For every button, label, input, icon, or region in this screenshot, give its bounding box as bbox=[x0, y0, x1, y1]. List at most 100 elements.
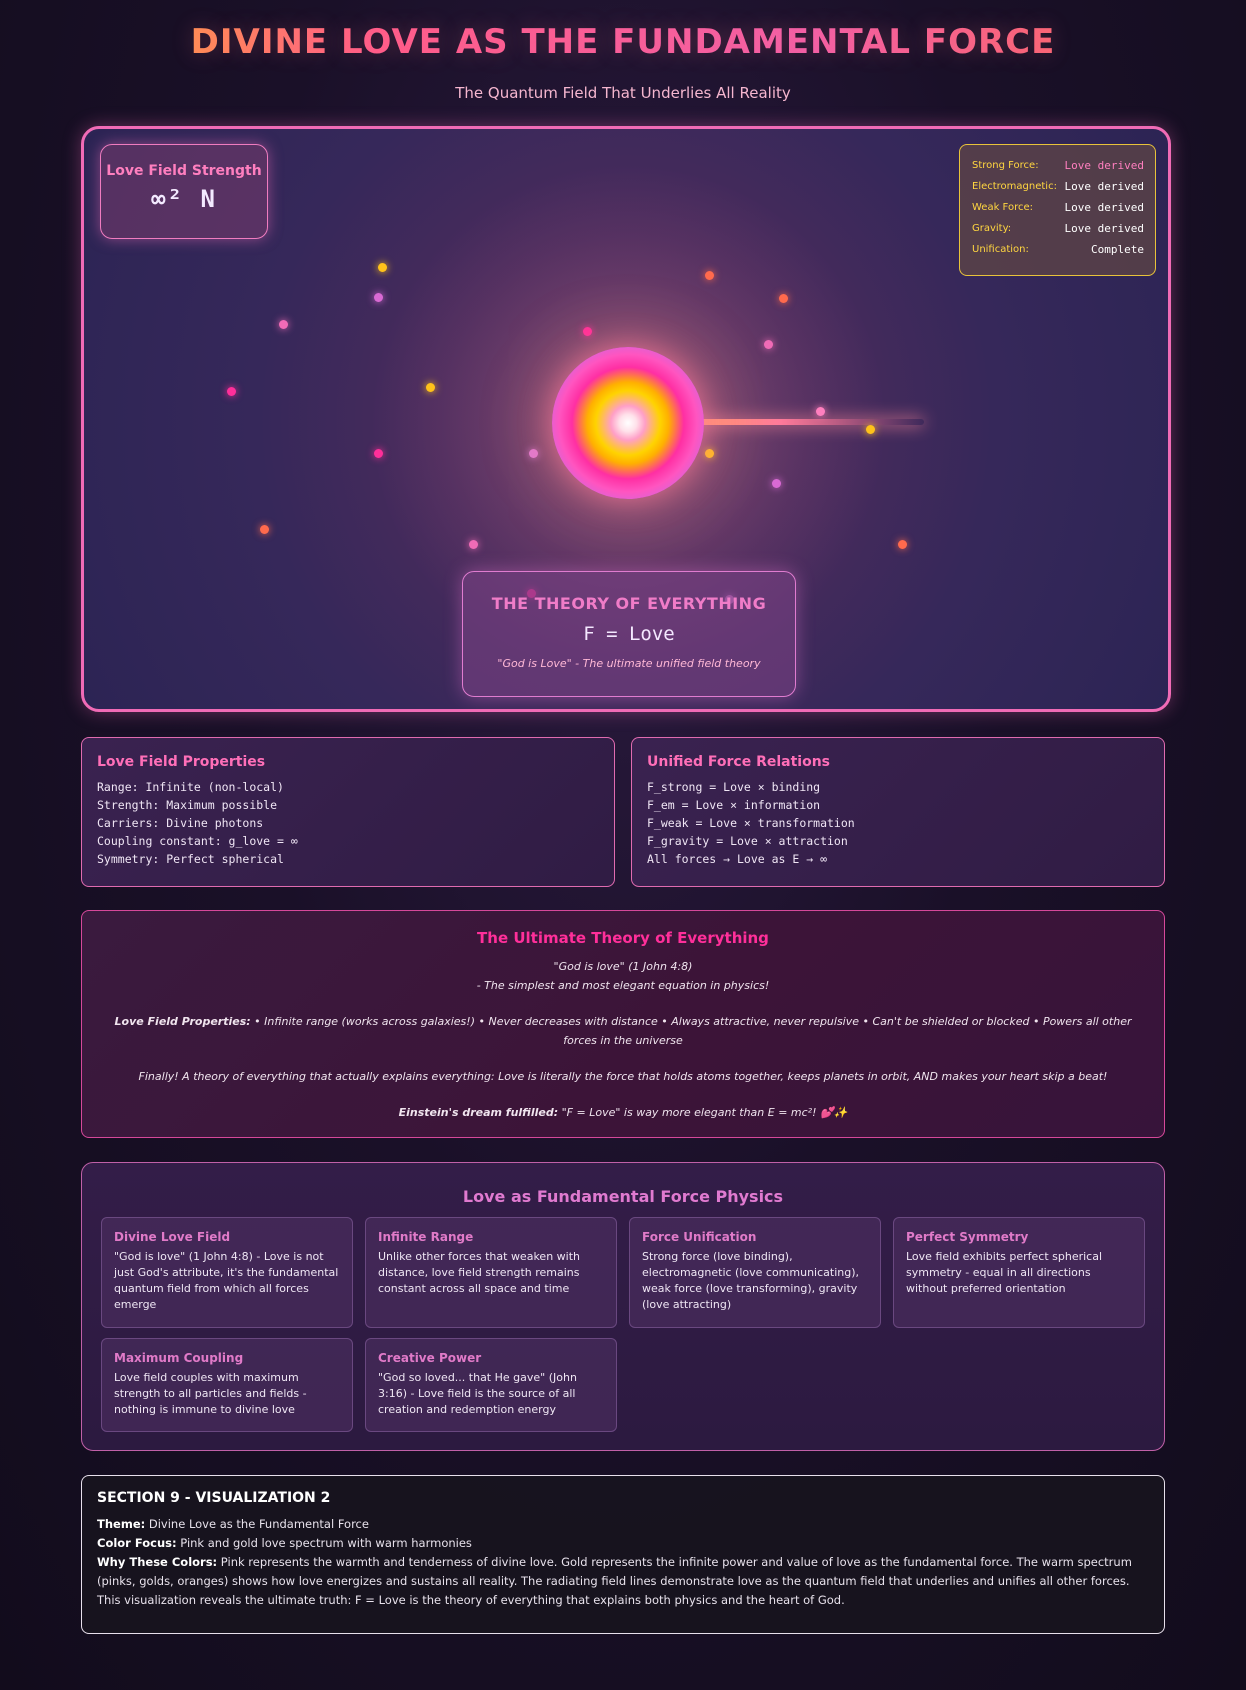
relation-line: F_strong = Love × binding bbox=[647, 780, 821, 794]
panel-title: Love Field Properties bbox=[97, 754, 266, 770]
relation-line: F_weak = Love × transformation bbox=[647, 816, 855, 830]
force-status-panel: Strong Force: Love derived Electromagnet… bbox=[959, 144, 1156, 276]
relation-line: F_em = Love × information bbox=[647, 798, 821, 812]
property-line: Symmetry: Perfect spherical bbox=[97, 852, 284, 866]
ultimate-quote: "God is love" (1 John 4:8) bbox=[553, 960, 693, 973]
why-colors-label: Why These Colors: bbox=[97, 1555, 218, 1569]
card-text: Love field exhibits perfect spherical sy… bbox=[906, 1250, 1103, 1295]
card-text: "God is love" (1 John 4:8) - Love is not… bbox=[114, 1250, 339, 1311]
physics-card: Maximum Coupling Love field couples with… bbox=[101, 1338, 353, 1432]
field-particle bbox=[426, 383, 435, 392]
ultimate-properties-text: • Infinite range (works across galaxies!… bbox=[250, 1015, 1132, 1047]
unified-force-relations-panel: Unified Force Relations F_strong = Love … bbox=[631, 737, 1165, 887]
field-particle bbox=[772, 479, 781, 488]
force-row: Electromagnetic: Love derived bbox=[972, 176, 1144, 197]
section-info-panel: SECTION 9 - VISUALIZATION 2 Theme: Divin… bbox=[81, 1475, 1165, 1634]
force-value: Love derived bbox=[1064, 180, 1144, 193]
card-text: Unlike other forces that weaken with dis… bbox=[378, 1250, 580, 1295]
force-row: Gravity: Love derived bbox=[972, 218, 1144, 239]
field-strength-label: Love Field Strength bbox=[106, 163, 262, 179]
section-color-focus: Color Focus: Pink and gold love spectrum… bbox=[97, 1534, 1149, 1553]
field-particle bbox=[279, 320, 288, 329]
card-title: Divine Love Field bbox=[114, 1230, 231, 1244]
force-name: Unification: bbox=[972, 244, 1029, 255]
theme-label: Theme: bbox=[97, 1517, 146, 1531]
physics-title: Love as Fundamental Force Physics bbox=[462, 1187, 784, 1206]
force-row: Unification: Complete bbox=[972, 239, 1144, 260]
toe-equation: F = Love bbox=[583, 623, 675, 645]
field-particle bbox=[764, 340, 773, 349]
field-particle bbox=[705, 271, 714, 280]
field-particle bbox=[779, 294, 788, 303]
ultimate-einstein: Einstein's dream fulfilled: "F = Love" i… bbox=[110, 1103, 1136, 1122]
panel-title: Unified Force Relations bbox=[647, 754, 831, 770]
field-particle bbox=[378, 263, 387, 272]
ultimate-theory-panel: The Ultimate Theory of Everything "God i… bbox=[81, 910, 1165, 1138]
color-focus-text: Pink and gold love spectrum with warm ha… bbox=[176, 1536, 472, 1550]
field-particle bbox=[227, 387, 236, 396]
color-focus-label: Color Focus: bbox=[97, 1536, 177, 1550]
card-title: Force Unification bbox=[642, 1230, 757, 1244]
theme-text: Divine Love as the Fundamental Force bbox=[145, 1517, 369, 1531]
section-why-colors: Why These Colors: Pink represents the wa… bbox=[97, 1553, 1149, 1610]
force-name: Weak Force: bbox=[972, 202, 1033, 213]
property-line: Strength: Maximum possible bbox=[97, 798, 278, 812]
field-particle bbox=[529, 449, 538, 458]
card-text: Love field couples with maximum strength… bbox=[114, 1371, 307, 1416]
card-title: Perfect Symmetry bbox=[906, 1230, 1029, 1244]
relation-line: All forces → Love as E → ∞ bbox=[647, 852, 828, 866]
ultimate-properties: Love Field Properties: • Infinite range … bbox=[110, 1012, 1136, 1050]
physics-card: Force Unification Strong force (love bin… bbox=[629, 1217, 881, 1328]
force-row: Strong Force: Love derived bbox=[972, 155, 1144, 176]
force-value: Love derived bbox=[1064, 201, 1144, 214]
toe-quote: "God is Love" - The ultimate unified fie… bbox=[497, 657, 761, 670]
card-title: Creative Power bbox=[378, 1351, 482, 1365]
physics-card: Infinite Range Unlike other forces that … bbox=[365, 1217, 617, 1328]
fundamental-force-physics-panel: Love as Fundamental Force Physics Divine… bbox=[81, 1162, 1165, 1451]
field-particle bbox=[866, 425, 875, 434]
ultimate-title: The Ultimate Theory of Everything bbox=[477, 929, 769, 947]
relation-line: F_gravity = Love × attraction bbox=[647, 834, 848, 848]
card-title: Maximum Coupling bbox=[114, 1351, 244, 1365]
field-particle bbox=[705, 449, 714, 458]
force-row: Weak Force: Love derived bbox=[972, 197, 1144, 218]
field-particle bbox=[260, 525, 269, 534]
card-text: Strong force (love binding), electromagn… bbox=[642, 1250, 860, 1311]
page-subtitle: The Quantum Field That Underlies All Rea… bbox=[455, 84, 791, 102]
field-particle bbox=[469, 540, 478, 549]
field-particle bbox=[583, 327, 592, 336]
section-title: SECTION 9 - VISUALIZATION 2 bbox=[97, 1490, 331, 1506]
field-particle bbox=[898, 540, 907, 549]
theory-of-everything-panel: THE THEORY OF EVERYTHING F = Love "God i… bbox=[462, 571, 796, 697]
love-field-properties-panel: Love Field Properties Range: Infinite (n… bbox=[81, 737, 615, 887]
force-value: Love derived bbox=[1064, 222, 1144, 235]
ultimate-properties-label: Love Field Properties: bbox=[114, 1015, 251, 1028]
force-name: Strong Force: bbox=[972, 160, 1039, 171]
section-theme: Theme: Divine Love as the Fundamental Fo… bbox=[97, 1515, 1149, 1534]
field-beam bbox=[684, 419, 924, 425]
force-value: Love derived bbox=[1064, 159, 1144, 172]
ultimate-finally: Finally! A theory of everything that act… bbox=[138, 1070, 1108, 1083]
why-colors-text: Pink represents the warmth and tendernes… bbox=[97, 1555, 1132, 1607]
field-particle bbox=[374, 449, 383, 458]
ultimate-quote-sub: - The simplest and most elegant equation… bbox=[476, 979, 770, 992]
field-strength-value: ∞² N bbox=[151, 185, 217, 213]
toe-title: THE THEORY OF EVERYTHING bbox=[491, 594, 767, 613]
field-particle bbox=[374, 293, 383, 302]
force-value: Complete bbox=[1091, 243, 1144, 256]
physics-card: Perfect Symmetry Love field exhibits per… bbox=[893, 1217, 1145, 1328]
field-strength-panel: Love Field Strength ∞² N bbox=[100, 144, 268, 239]
force-name: Gravity: bbox=[972, 223, 1012, 234]
card-title: Infinite Range bbox=[378, 1230, 474, 1244]
physics-card: Creative Power "God so loved... that He … bbox=[365, 1338, 617, 1432]
page-title: DIVINE LOVE AS THE FUNDAMENTAL FORCE bbox=[0, 22, 1246, 62]
force-name: Electromagnetic: bbox=[972, 181, 1057, 192]
einstein-label: Einstein's dream fulfilled: bbox=[398, 1106, 559, 1119]
physics-card: Divine Love Field "God is love" (1 John … bbox=[101, 1217, 353, 1328]
love-field-visualization: Love Field Strength ∞² N Strong Force: L… bbox=[81, 126, 1171, 712]
property-line: Range: Infinite (non-local) bbox=[97, 780, 284, 794]
love-core-sphere bbox=[552, 347, 704, 499]
card-text: "God so loved... that He gave" (John 3:1… bbox=[378, 1371, 577, 1416]
property-line: Carriers: Divine photons bbox=[97, 816, 264, 830]
einstein-text: "F = Love" is way more elegant than E = … bbox=[558, 1106, 848, 1119]
